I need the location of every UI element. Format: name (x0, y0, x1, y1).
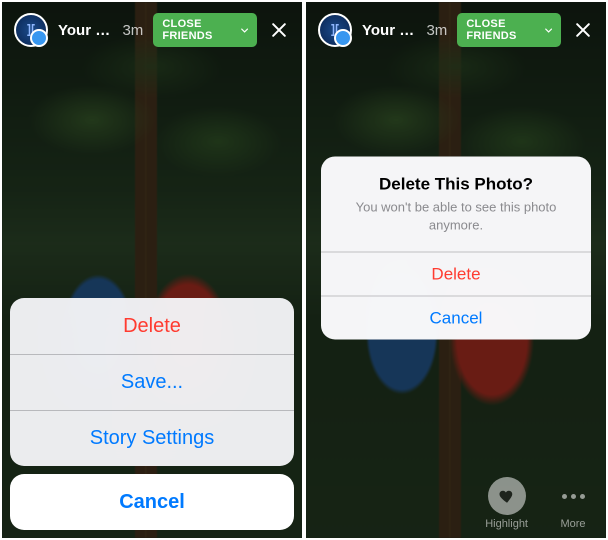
profile-avatar[interactable] (318, 13, 352, 47)
alert-delete-button[interactable]: Delete (321, 252, 591, 296)
highlight-label: Highlight (485, 518, 528, 530)
delete-confirmation-alert: Delete This Photo? You won't be able to … (321, 156, 591, 339)
story-timestamp: 3m (122, 22, 143, 39)
alert-cancel-button[interactable]: Cancel (321, 296, 591, 340)
action-sheet-options: Delete Save... Story Settings (10, 298, 294, 466)
action-sheet: Delete Save... Story Settings Cancel (10, 298, 294, 530)
chevron-down-icon (545, 26, 552, 35)
story-header: Your St… 3m CLOSE FRIENDS (2, 2, 302, 58)
close-icon (573, 20, 593, 40)
story-title: Your St… (58, 22, 112, 39)
story-timestamp: 3m (426, 22, 447, 39)
highlight-circle (488, 477, 526, 515)
save-button[interactable]: Save... (10, 354, 294, 410)
alert-body: Delete This Photo? You won't be able to … (321, 156, 591, 251)
story-title: Your St… (362, 22, 416, 39)
phone-right-delete-alert: Your St… 3m CLOSE FRIENDS Highlight More… (306, 2, 606, 538)
close-friends-label: CLOSE FRIENDS (466, 18, 541, 42)
story-settings-button[interactable]: Story Settings (10, 410, 294, 466)
more-button[interactable]: More (554, 477, 592, 530)
close-button[interactable] (571, 16, 594, 44)
gemini-icon (326, 21, 344, 39)
close-icon (269, 20, 289, 40)
gemini-icon (22, 21, 40, 39)
profile-avatar[interactable] (14, 13, 48, 47)
more-label: More (560, 518, 585, 530)
cancel-button[interactable]: Cancel (10, 474, 294, 530)
more-circle (554, 477, 592, 515)
story-bottom-actions: Highlight More (485, 477, 592, 530)
phone-left-action-sheet: Your St… 3m CLOSE FRIENDS Delete Save...… (2, 2, 302, 538)
close-friends-pill[interactable]: CLOSE FRIENDS (457, 13, 561, 47)
story-header: Your St… 3m CLOSE FRIENDS (306, 2, 606, 58)
more-icon (562, 494, 585, 499)
highlight-button[interactable]: Highlight (485, 477, 528, 530)
heart-icon (498, 487, 516, 505)
close-friends-pill[interactable]: CLOSE FRIENDS (153, 13, 257, 47)
alert-message: You won't be able to see this photo anym… (337, 198, 575, 233)
alert-title: Delete This Photo? (337, 174, 575, 194)
delete-button[interactable]: Delete (10, 298, 294, 354)
close-button[interactable] (267, 16, 290, 44)
chevron-down-icon (241, 26, 248, 35)
close-friends-label: CLOSE FRIENDS (162, 18, 237, 42)
